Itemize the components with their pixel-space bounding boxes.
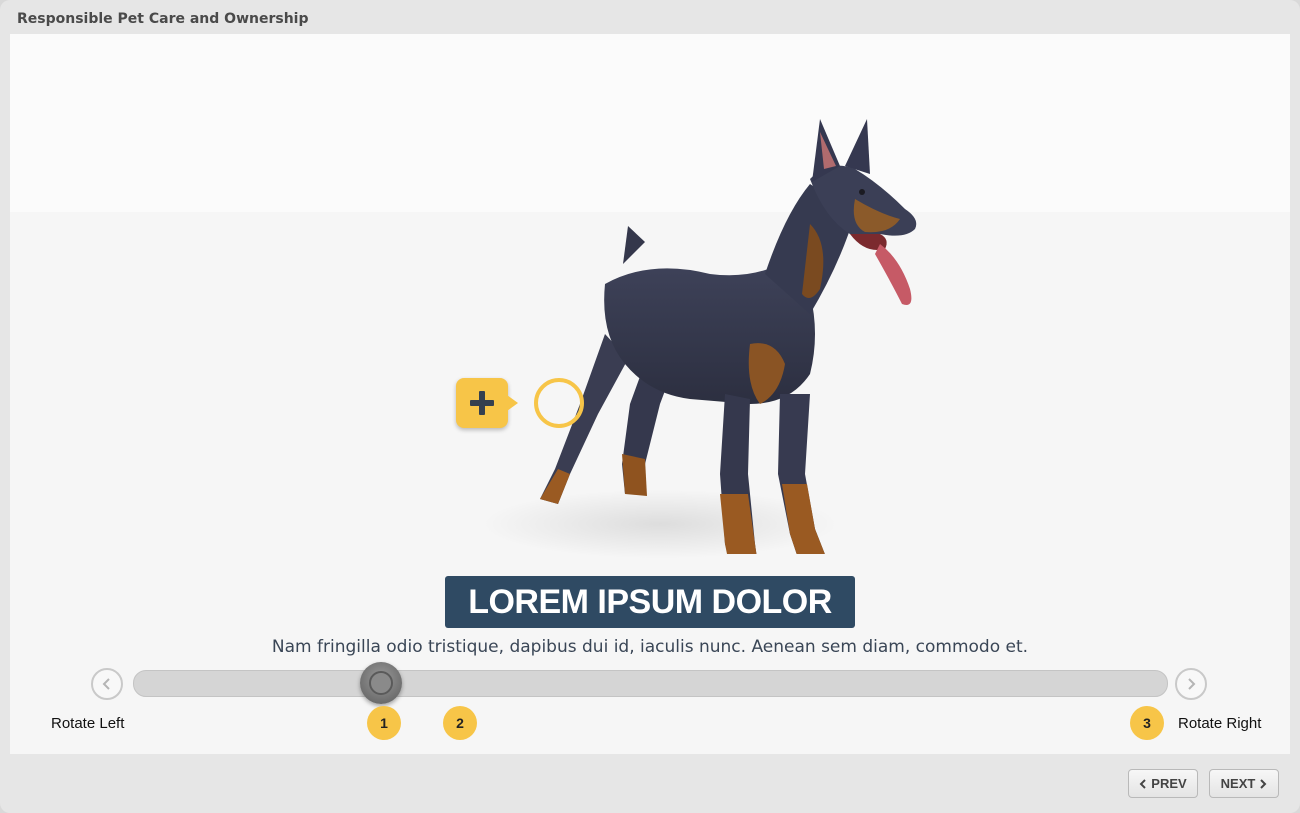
slider-handle-center	[369, 671, 393, 695]
chevron-left-icon	[102, 678, 110, 690]
rotation-marker-2[interactable]: 2	[443, 706, 477, 740]
app-window: Responsible Pet Care and Ownership LOREM…	[0, 0, 1300, 813]
window-title: Responsible Pet Care and Ownership	[17, 11, 309, 27]
content-description: Nam fringilla odio tristique, dapibus du…	[271, 637, 1029, 657]
chevron-right-icon	[1188, 678, 1196, 690]
rotate-left-button[interactable]	[91, 668, 123, 700]
caret-right-icon	[1260, 778, 1267, 789]
next-label: NEXT	[1220, 776, 1256, 791]
next-button[interactable]: NEXT	[1209, 769, 1279, 798]
dog-image	[540, 119, 917, 554]
rotate-right-label: Rotate Right	[1178, 715, 1262, 732]
rotate-right-button[interactable]	[1175, 668, 1207, 700]
rotate-left-label: Rotate Left	[51, 715, 125, 732]
caret-left-icon	[1139, 778, 1147, 789]
hotspot-button[interactable]	[456, 378, 518, 428]
prev-label: PREV	[1151, 776, 1187, 791]
viewer-stage: LOREM IPSUM DOLOR Nam fringilla odio tri…	[10, 34, 1290, 754]
plus-icon	[470, 391, 494, 415]
prev-button[interactable]: PREV	[1128, 769, 1198, 798]
rotation-marker-1[interactable]: 1	[367, 706, 401, 740]
rotation-marker-3[interactable]: 3	[1130, 706, 1164, 740]
hotspot-ring[interactable]	[534, 378, 584, 428]
content-heading: LOREM IPSUM DOLOR	[445, 576, 855, 628]
rotation-slider-handle[interactable]	[360, 662, 402, 704]
rotation-slider-track[interactable]	[133, 670, 1168, 697]
